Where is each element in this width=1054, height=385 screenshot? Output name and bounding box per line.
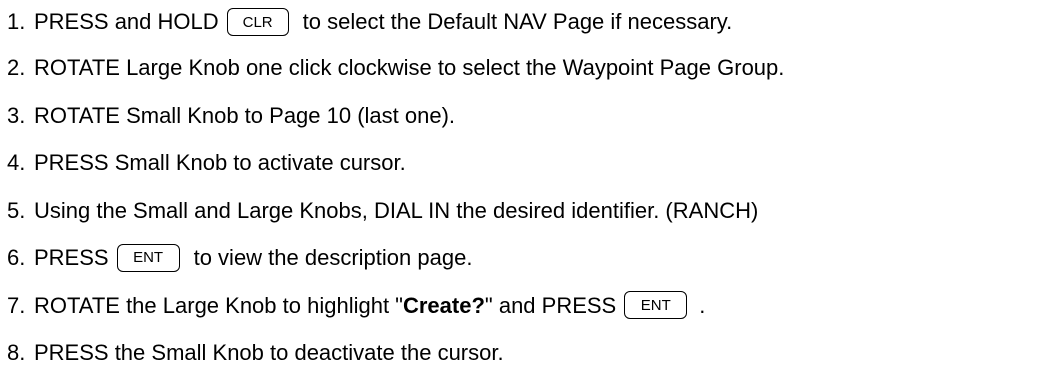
- step-number: 8.: [7, 340, 26, 365]
- step-text: PRESS the Small Knob to deactivate the c…: [34, 340, 504, 365]
- step-text: Using the Small and Large Knobs, DIAL IN…: [34, 197, 759, 223]
- step-text: PRESS Small Knob to activate cursor.: [34, 150, 406, 175]
- step-text: PRESS and HOLD: [34, 9, 219, 34]
- step-4: 4. PRESS Small Knob to activate cursor.: [7, 139, 784, 187]
- step-1: 1. PRESS and HOLD CLR to select the Defa…: [7, 0, 784, 44]
- step-text: to view the description page.: [193, 245, 473, 270]
- step-number: 2.: [7, 55, 26, 80]
- step-text: to select the Default NAV Page if necess…: [302, 9, 733, 34]
- step-text: " and PRESS: [484, 292, 617, 318]
- step-number: 7.: [7, 292, 26, 318]
- step-text: .: [699, 292, 706, 318]
- clr-key-icon: CLR: [226, 8, 289, 36]
- ent-key-icon: ENT: [116, 243, 180, 272]
- step-text: PRESS: [34, 245, 109, 270]
- step-number: 4.: [7, 150, 26, 175]
- instruction-steps: 1. PRESS and HOLD CLR to select the Defa…: [7, 0, 784, 377]
- step-6: 6. PRESS ENT to view the description pag…: [7, 234, 784, 282]
- step-8: 8. PRESS the Small Knob to deactivate th…: [7, 329, 784, 377]
- step-2: 2. ROTATE Large Knob one click clockwise…: [7, 44, 784, 92]
- step-text: ROTATE Large Knob one click clockwise to…: [34, 55, 785, 80]
- step-text: ROTATE Small Knob to Page 10 (last one).: [34, 102, 456, 128]
- step-3: 3. ROTATE Small Knob to Page 10 (last on…: [7, 92, 784, 140]
- step-7: 7. ROTATE the Large Knob to highlight " C…: [7, 282, 784, 330]
- step-number: 6.: [7, 245, 26, 270]
- step-number: 3.: [7, 102, 26, 128]
- step-text: ROTATE the Large Knob to highlight ": [34, 292, 403, 318]
- create-option-label: Create?: [402, 292, 485, 318]
- step-5: 5. Using the Small and Large Knobs, DIAL…: [7, 187, 784, 235]
- step-number: 1.: [7, 9, 26, 34]
- ent-key-icon: ENT: [624, 291, 688, 320]
- step-number: 5.: [7, 197, 26, 223]
